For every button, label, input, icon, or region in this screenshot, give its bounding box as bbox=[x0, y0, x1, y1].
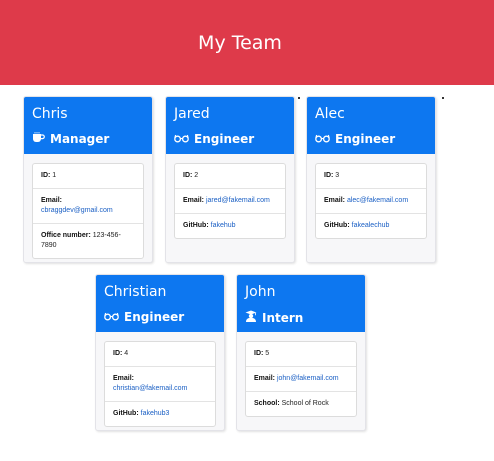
email-link[interactable]: jared@fakemail.com bbox=[206, 197, 270, 204]
info-list: ID: 3 Email: alec@fakemail.com GitHub: f… bbox=[315, 163, 427, 239]
email-label: Email: bbox=[183, 197, 205, 204]
role-label: Manager bbox=[50, 132, 110, 146]
card-header: Alec Engineer bbox=[307, 97, 435, 154]
role-label: Engineer bbox=[335, 132, 396, 146]
email-label: Email: bbox=[113, 375, 135, 382]
github-label: GitHub: bbox=[113, 410, 139, 417]
email-link[interactable]: christian@fakemail.com bbox=[113, 385, 187, 392]
glasses-icon bbox=[315, 132, 330, 146]
info-list: ID: 1 Email: cbraggdev@gmail.com Office n… bbox=[32, 163, 144, 259]
card-header: Jared Engineer bbox=[166, 97, 294, 154]
github-row: GitHub: fakealechub bbox=[316, 213, 426, 238]
id-value: 1 bbox=[52, 172, 57, 179]
employee-role: Intern bbox=[245, 310, 357, 325]
card-header: Christian Engineer bbox=[96, 275, 224, 332]
employee-name: John bbox=[245, 284, 276, 300]
school-row: School: School of Rock bbox=[246, 391, 356, 416]
page-header: My Team bbox=[0, 0, 494, 85]
role-label: Engineer bbox=[194, 132, 255, 146]
info-list: ID: 4 Email: christian@fakemail.com GitHu… bbox=[104, 341, 216, 427]
id-label: ID: bbox=[254, 350, 264, 357]
divider-mark bbox=[298, 97, 300, 99]
employee-card-chris: Chris Manager ID: 1 Email: cbraggdev@gmai… bbox=[23, 96, 153, 263]
office-number-row: Office number: 123-456-7890 bbox=[33, 223, 143, 258]
id-value: 5 bbox=[265, 350, 270, 357]
github-label: GitHub: bbox=[183, 222, 209, 229]
email-row: Email: john@fakemail.com bbox=[246, 366, 356, 391]
email-link[interactable]: cbraggdev@gmail.com bbox=[41, 207, 113, 214]
id-label: ID: bbox=[183, 172, 193, 179]
office-number-label: Office number: bbox=[41, 232, 91, 239]
employee-card-john: John Intern ID: 5 Email: john@fakemail.c… bbox=[236, 274, 366, 431]
school-value: School of Rock bbox=[281, 400, 329, 407]
github-label: GitHub: bbox=[324, 222, 350, 229]
id-row: ID: 1 bbox=[33, 164, 143, 188]
email-label: Email: bbox=[324, 197, 346, 204]
email-row: Email: jared@fakemail.com bbox=[175, 188, 285, 213]
role-label: Intern bbox=[262, 310, 304, 325]
id-row: ID: 3 bbox=[316, 164, 426, 188]
github-link[interactable]: fakehub bbox=[211, 222, 236, 229]
email-link[interactable]: alec@fakemail.com bbox=[347, 197, 408, 204]
id-row: ID: 4 bbox=[105, 342, 215, 366]
github-row: GitHub: fakehub bbox=[175, 213, 285, 238]
employee-card-christian: Christian Engineer ID: 4 Email: christian… bbox=[95, 274, 225, 431]
id-value: 3 bbox=[335, 172, 340, 179]
info-list: ID: 2 Email: jared@fakemail.com GitHub: … bbox=[174, 163, 286, 239]
employee-name: Christian bbox=[104, 284, 167, 300]
id-row: ID: 2 bbox=[175, 164, 285, 188]
email-label: Email: bbox=[41, 197, 63, 204]
card-header: John Intern bbox=[237, 275, 365, 332]
divider-mark bbox=[442, 97, 444, 99]
github-row: GitHub: fakehub3 bbox=[105, 401, 215, 426]
employee-card-alec: Alec Engineer ID: 3 Email: alec@fakemail… bbox=[306, 96, 436, 263]
email-link[interactable]: john@fakemail.com bbox=[277, 375, 339, 382]
role-label: Engineer bbox=[124, 310, 185, 324]
graduate-icon bbox=[245, 310, 257, 325]
employee-name: Alec bbox=[315, 106, 345, 122]
card-header: Chris Manager bbox=[24, 97, 152, 154]
id-label: ID: bbox=[41, 172, 51, 179]
github-link[interactable]: fakealechub bbox=[352, 222, 390, 229]
employee-role: Engineer bbox=[104, 310, 216, 324]
glasses-icon bbox=[104, 310, 119, 324]
id-value: 2 bbox=[194, 172, 199, 179]
coffee-mug-icon bbox=[32, 132, 45, 146]
email-row: Email: christian@fakemail.com bbox=[105, 366, 215, 401]
email-label: Email: bbox=[254, 375, 276, 382]
employee-role: Engineer bbox=[174, 132, 286, 146]
id-label: ID: bbox=[324, 172, 334, 179]
employee-name: Jared bbox=[174, 106, 210, 122]
employee-role: Engineer bbox=[315, 132, 427, 146]
id-row: ID: 5 bbox=[246, 342, 356, 366]
info-list: ID: 5 Email: john@fakemail.com School: S… bbox=[245, 341, 357, 417]
email-row: Email: cbraggdev@gmail.com bbox=[33, 188, 143, 223]
glasses-icon bbox=[174, 132, 189, 146]
employee-card-jared: Jared Engineer ID: 2 Email: jared@fakema… bbox=[165, 96, 295, 263]
page-title: My Team bbox=[198, 31, 282, 54]
id-value: 4 bbox=[124, 350, 129, 357]
employee-name: Chris bbox=[32, 106, 68, 122]
github-link[interactable]: fakehub3 bbox=[141, 410, 170, 417]
email-row: Email: alec@fakemail.com bbox=[316, 188, 426, 213]
school-label: School: bbox=[254, 400, 280, 407]
id-label: ID: bbox=[113, 350, 123, 357]
employee-role: Manager bbox=[32, 132, 144, 146]
